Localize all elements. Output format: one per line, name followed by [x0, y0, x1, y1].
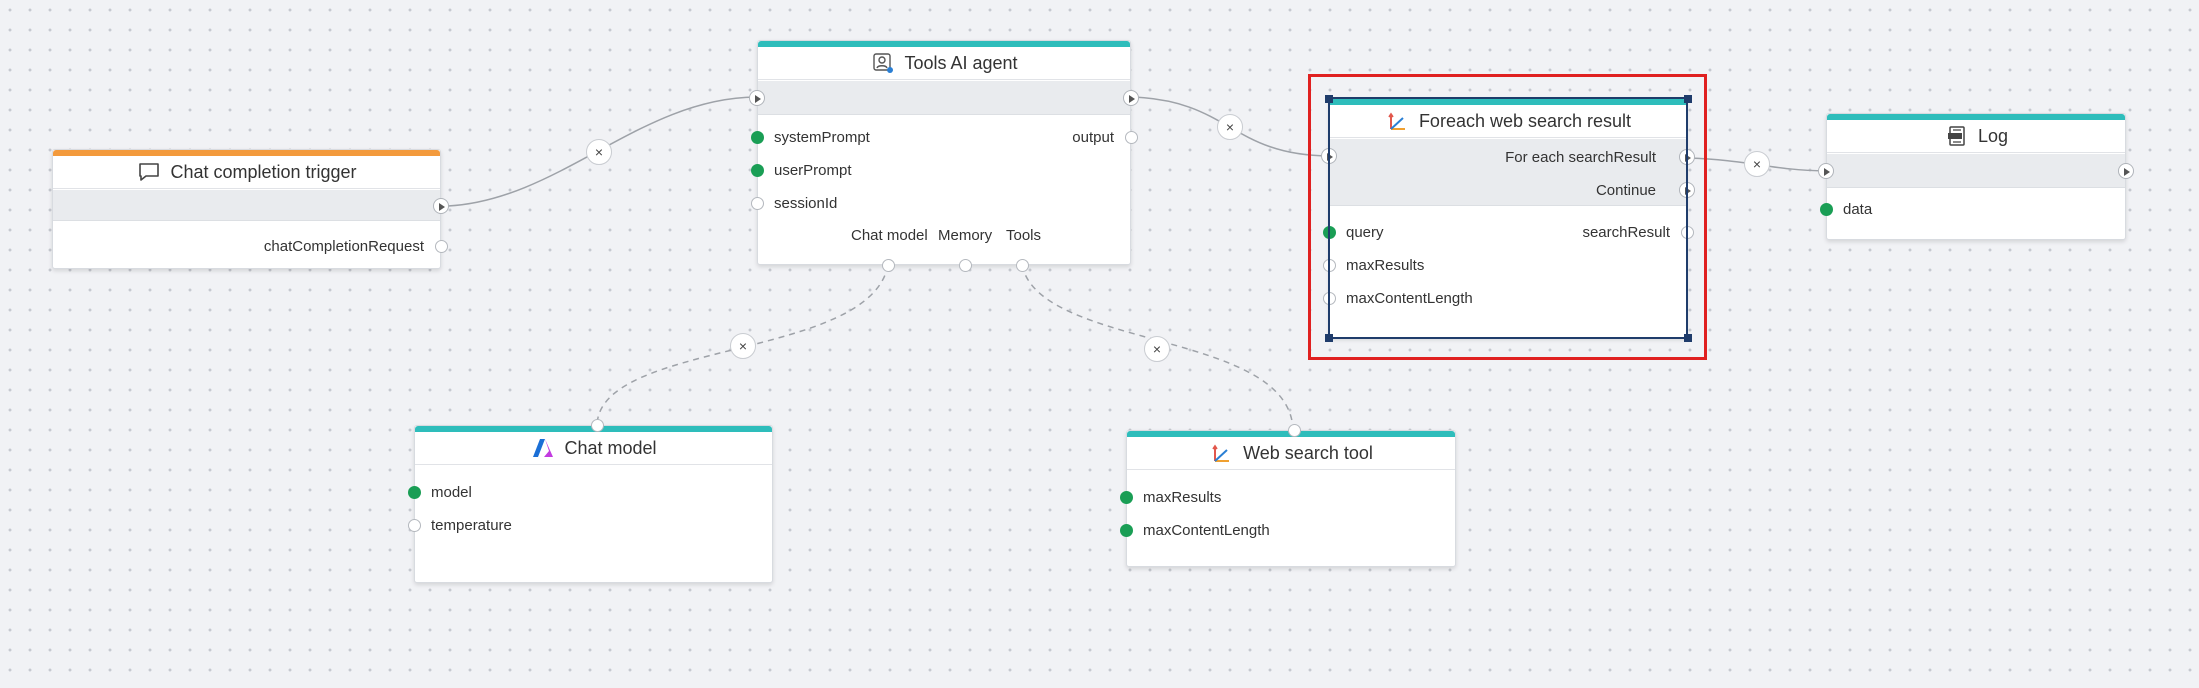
workflow-canvas[interactable]: × × × × × Chat completion trigger chatCo… [0, 0, 2199, 688]
input-label-systemPrompt: systemPrompt [774, 129, 870, 146]
output-label-output: output [1072, 129, 1114, 146]
flow-output-port[interactable] [2118, 163, 2134, 179]
input-label-model: model [431, 484, 472, 501]
connector-label-memory: Memory [938, 227, 993, 244]
output-port-chatCompletionRequest[interactable] [435, 240, 448, 253]
flow-band [758, 81, 1130, 115]
output-label-chatCompletionRequest: chatCompletionRequest [263, 238, 424, 255]
node-chat-model[interactable]: Chat model model temperature [408, 419, 773, 583]
azure-openai-icon [530, 435, 556, 461]
node-title: Chat completion trigger [170, 161, 357, 182]
node-header: Log [1827, 120, 2125, 153]
input-port-sessionId[interactable] [751, 197, 764, 210]
connector-input-port[interactable] [591, 419, 604, 432]
node-title: Chat model [564, 437, 657, 458]
selection-outline [1328, 97, 1688, 339]
remove-connection-button[interactable]: × [1744, 151, 1770, 177]
flow-output-port[interactable] [1123, 90, 1139, 106]
input-port-maxContentLength[interactable] [1120, 524, 1133, 537]
chat-bubble-icon [136, 159, 162, 185]
node-title: Tools AI agent [904, 52, 1018, 73]
connector-port-tools[interactable] [1016, 259, 1029, 272]
connector-port-memory[interactable] [959, 259, 972, 272]
remove-connection-button[interactable]: × [586, 139, 612, 165]
input-label-data: data [1843, 201, 1873, 218]
log-icon [1944, 123, 1970, 149]
resize-handle-bottom-left[interactable] [1325, 334, 1333, 342]
flow-output-port[interactable] [433, 198, 449, 214]
flow-band [1827, 154, 2125, 188]
input-port-model[interactable] [408, 486, 421, 499]
flow-input-port[interactable] [749, 90, 765, 106]
node-chat-completion-trigger[interactable]: Chat completion trigger chatCompletionRe… [52, 149, 449, 269]
node-header: Tools AI agent [758, 47, 1130, 80]
input-port-maxResults[interactable] [1120, 491, 1133, 504]
remove-connection-button[interactable]: × [1217, 114, 1243, 140]
input-label-userPrompt: userPrompt [774, 162, 852, 179]
node-tools-ai-agent[interactable]: Tools AI agent systemPrompt userPrompt s… [749, 40, 1139, 272]
node-title: Web search tool [1243, 442, 1373, 463]
node-log[interactable]: Log data [1818, 113, 2134, 240]
input-port-data[interactable] [1820, 203, 1833, 216]
input-port-systemPrompt[interactable] [751, 131, 764, 144]
resize-handle-top-right[interactable] [1684, 95, 1692, 103]
remove-connection-button[interactable]: × [1144, 336, 1170, 362]
node-header: Chat model [415, 432, 772, 465]
input-label-maxContentLength: maxContentLength [1143, 522, 1270, 539]
resize-handle-bottom-right[interactable] [1684, 334, 1692, 342]
node-header: Web search tool [1127, 437, 1455, 470]
input-port-userPrompt[interactable] [751, 164, 764, 177]
input-label-maxResults: maxResults [1143, 489, 1222, 506]
connector-port-chat-model[interactable] [882, 259, 895, 272]
connector-label-tools: Tools [1006, 227, 1042, 244]
flow-band [53, 190, 440, 221]
flow-input-port[interactable] [1818, 163, 1834, 179]
node-title: Log [1977, 125, 2009, 146]
connector-label-chat-model: Chat model [851, 227, 928, 244]
node-web-search-tool[interactable]: Web search tool maxResults maxContentLen… [1120, 424, 1456, 567]
remove-connection-button[interactable]: × [730, 333, 756, 359]
search-tool-icon [1209, 440, 1235, 466]
input-port-temperature[interactable] [408, 519, 421, 532]
output-port-output[interactable] [1125, 131, 1138, 144]
connector-input-port[interactable] [1288, 424, 1301, 437]
node-header: Chat completion trigger [53, 156, 440, 189]
input-label-temperature: temperature [431, 517, 512, 534]
agent-icon [870, 50, 896, 76]
resize-handle-top-left[interactable] [1325, 95, 1333, 103]
input-label-sessionId: sessionId [774, 195, 838, 212]
